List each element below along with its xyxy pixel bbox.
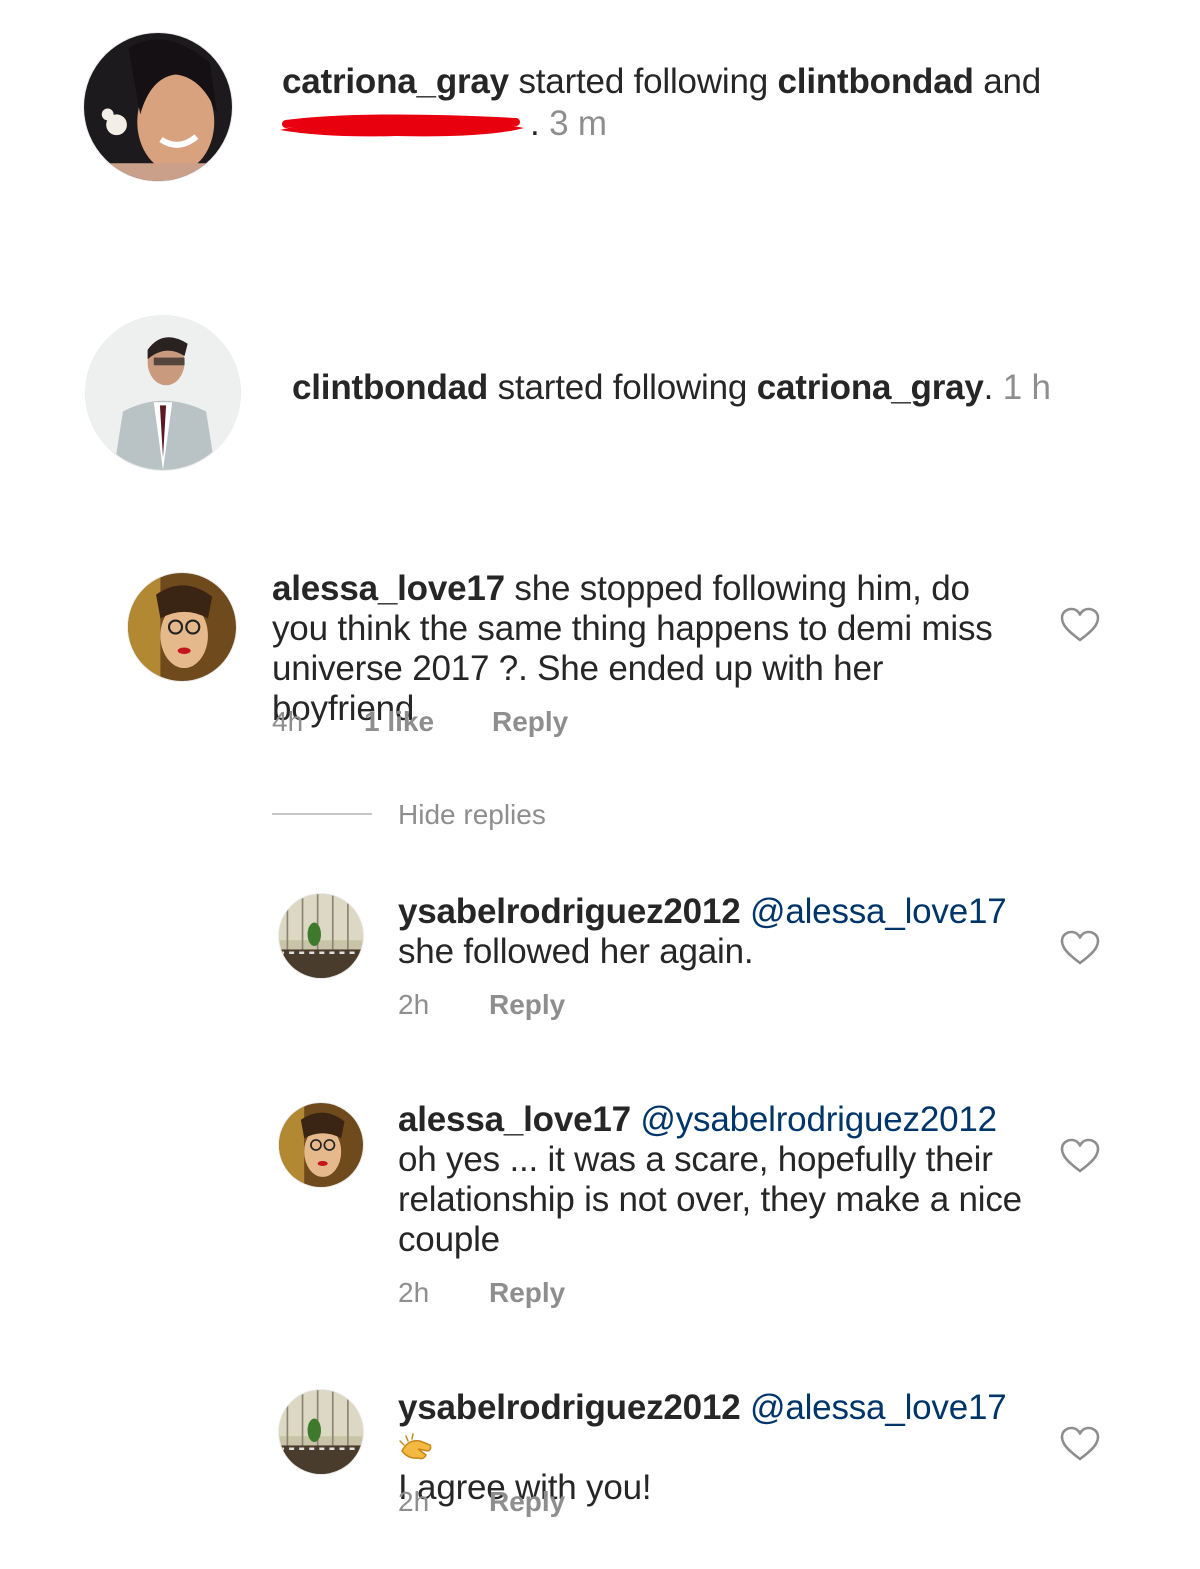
reply-3-header: ysabelrodriguez2012 @alessa_love17 <box>398 1388 1038 1468</box>
notification-2-suffix: . <box>983 368 994 407</box>
reply-2-line-2: relationship is not over, they make a ni… <box>398 1180 1022 1219</box>
reply-1-meta: 2h <box>398 988 429 1022</box>
notification-2-target[interactable]: catriona_gray <box>757 368 984 407</box>
clapping-hands-icon <box>398 1432 434 1462</box>
reply-3-user[interactable]: ysabelrodriguez2012 <box>398 1388 741 1427</box>
avatar-alessa-love17[interactable] <box>128 573 236 681</box>
comment-user[interactable]: alessa_love17 <box>272 569 505 608</box>
hide-replies-button[interactable]: Hide replies <box>398 799 546 830</box>
comment-line-2: you think the same thing happens to demi… <box>272 609 993 648</box>
reply-2-mention[interactable]: @ysabelrodriguez2012 <box>640 1100 997 1139</box>
avatar-catriona-gray[interactable] <box>84 33 232 181</box>
reply-2-line-3: couple <box>398 1220 500 1259</box>
reply-3-mention[interactable]: @alessa_love17 <box>750 1388 1007 1427</box>
redaction-scribble <box>276 108 528 142</box>
reply-1-mention[interactable]: @alessa_love17 <box>750 892 1007 931</box>
reply-1-header: ysabelrodriguez2012 @alessa_love17 <box>398 892 1038 932</box>
avatar-ysabelrodriguez2012[interactable] <box>279 894 363 978</box>
reply-2-reply-wrap: Reply <box>489 1276 565 1310</box>
avatar-clintbondad[interactable] <box>86 316 240 470</box>
reply-2-reply-button[interactable]: Reply <box>489 1277 565 1308</box>
notification-2-text: clintbondad started following catriona_g… <box>292 368 1152 408</box>
hide-replies-wrap: Hide replies <box>398 798 546 832</box>
reply-3-meta: 2h <box>398 1485 429 1519</box>
comment-reply-button[interactable]: Reply <box>492 706 568 737</box>
reply-3-like-heart-icon[interactable] <box>1060 1426 1100 1462</box>
notification-1-suffix: . <box>530 104 540 143</box>
reply-2-text: alessa_love17 @ysabelrodriguez2012 oh ye… <box>398 1100 1038 1260</box>
reply-2-time: 2h <box>398 1277 430 1308</box>
notification-1-conj: and <box>983 62 1041 101</box>
notification-1-user[interactable]: catriona_gray <box>282 62 509 101</box>
reply-2-line-1: oh yes ... it was a scare, hopefully the… <box>398 1140 993 1179</box>
reply-2-meta: 2h <box>398 1276 429 1310</box>
comment-line-1: alessa_love17 she stopped following him,… <box>272 569 1032 609</box>
reply-1-text: ysabelrodriguez2012 @alessa_love17 she f… <box>398 892 1038 972</box>
comment-likes-wrap: 1 like <box>364 705 434 739</box>
comment-like-heart-icon[interactable] <box>1060 607 1100 643</box>
notification-1-target[interactable]: clintbondad <box>778 62 974 101</box>
notification-2-time: 1 h <box>1002 368 1051 407</box>
notification-2-action: started following <box>497 368 748 407</box>
reply-1-like-heart-icon[interactable] <box>1060 930 1100 966</box>
notification-1-time: 3 m <box>549 104 607 143</box>
notification-1-meta: . 3 m <box>530 104 607 144</box>
comment-line-1-text: she stopped following him, do <box>514 569 970 608</box>
comment-meta: 4h <box>272 705 303 739</box>
comment-likes[interactable]: 1 like <box>364 706 434 737</box>
reply-1-reply-button[interactable]: Reply <box>489 989 565 1020</box>
notification-2-user[interactable]: clintbondad <box>292 368 488 407</box>
reply-3-reply-wrap: Reply <box>489 1485 565 1519</box>
comment-time: 4h <box>272 706 304 737</box>
hide-replies-divider <box>272 813 372 815</box>
reply-1-line-1: she followed her again. <box>398 932 754 971</box>
reply-2-user[interactable]: alessa_love17 <box>398 1100 631 1139</box>
reply-3-reply-button[interactable]: Reply <box>489 1486 565 1517</box>
avatar-alessa-love17-reply[interactable] <box>279 1103 363 1187</box>
reply-1-user[interactable]: ysabelrodriguez2012 <box>398 892 741 931</box>
reply-1-time: 2h <box>398 989 430 1020</box>
notification-1-text: catriona_gray started following clintbon… <box>282 62 1122 102</box>
reply-3-time: 2h <box>398 1486 430 1517</box>
notification-1-action: started following <box>518 62 768 101</box>
comment-reply-wrap: Reply <box>492 705 568 739</box>
reply-2-like-heart-icon[interactable] <box>1060 1138 1100 1174</box>
reply-1-reply-wrap: Reply <box>489 988 565 1022</box>
avatar-ysabelrodriguez2012-reply[interactable] <box>279 1390 363 1474</box>
reply-2-header: alessa_love17 @ysabelrodriguez2012 <box>398 1100 1038 1140</box>
